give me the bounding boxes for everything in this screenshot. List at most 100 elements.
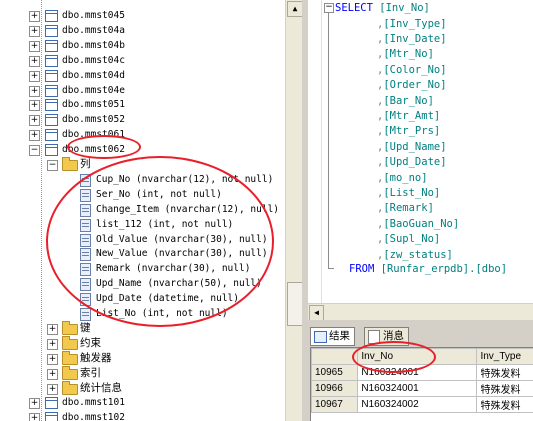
row-number-header	[310, 348, 359, 365]
tree-column-item[interactable]: Change_Item (nvarchar(12), null)	[0, 202, 285, 217]
table-icon	[45, 24, 58, 37]
expand-icon[interactable]: +	[47, 383, 58, 395]
table-name: dbo.mmst062	[62, 144, 125, 156]
tree-column-item[interactable]: Cup_No (nvarchar(12), not null)	[0, 172, 285, 187]
table-name: dbo.mmst045	[62, 10, 125, 21]
tree-table-item[interactable]: + dbo.mmst101	[0, 395, 285, 410]
folder-label: 约束	[80, 336, 101, 349]
table-icon	[45, 39, 58, 52]
cell-inv-no[interactable]: N160324001	[357, 380, 478, 397]
sql-column: [Order_No]	[383, 79, 447, 92]
cell-inv-type[interactable]: 特殊发料	[476, 380, 533, 397]
sql-column-line: ,[List_No]	[377, 186, 441, 199]
tree-column-item[interactable]: Old_Value (nvarchar(30), null)	[0, 232, 285, 247]
tree-folder-item[interactable]: + 统计信息	[0, 380, 285, 396]
tree-column-item[interactable]: List_No (int, not null)	[0, 306, 285, 321]
expand-icon[interactable]: +	[47, 323, 58, 335]
table-row[interactable]: 10965 N160324001 特殊发料	[310, 364, 533, 381]
sql-column-line: ,[Upd_Date]	[377, 156, 447, 169]
sql-column-line: ,[zw_status]	[377, 248, 453, 261]
table-icon	[45, 114, 58, 127]
scrollbar-thumb[interactable]	[287, 282, 303, 326]
tree-folder-item[interactable]: + 键	[0, 320, 285, 336]
tab-results[interactable]: 结果	[310, 327, 355, 346]
tree-table-item[interactable]: + dbo.mmst061	[0, 127, 285, 142]
tree-column-item[interactable]: list_112 (int, not null)	[0, 217, 285, 232]
column-header-inv-no[interactable]: Inv_No	[357, 348, 478, 365]
tree-folder-item[interactable]: + 约束	[0, 335, 285, 351]
cell-inv-type[interactable]: 特殊发料	[476, 396, 533, 413]
expand-icon[interactable]: +	[29, 70, 40, 82]
column-icon	[80, 203, 91, 217]
fold-guide	[328, 13, 329, 268]
cell-inv-no[interactable]: N160324001	[357, 364, 478, 381]
expand-icon[interactable]: +	[29, 115, 40, 127]
tree-table-item[interactable]: + dbo.mmst04b	[0, 38, 285, 53]
editor-horizontal-scrollbar[interactable]: ◀	[308, 303, 533, 321]
expand-icon[interactable]: +	[29, 100, 40, 112]
grid-icon	[314, 331, 327, 343]
tree-vertical-scrollbar[interactable]: ▲	[285, 0, 303, 421]
expand-icon[interactable]: +	[47, 338, 58, 350]
expand-icon[interactable]: +	[29, 413, 40, 421]
expand-icon[interactable]: +	[29, 55, 40, 67]
collapse-minus-icon[interactable]: −	[324, 3, 334, 13]
cell-inv-type[interactable]: 特殊发料	[476, 364, 533, 381]
tree-table-item[interactable]: + dbo.mmst052	[0, 112, 285, 127]
tree-folder-item[interactable]: + 触发器	[0, 350, 285, 366]
scroll-left-arrow-icon[interactable]: ◀	[309, 305, 324, 321]
expand-icon[interactable]: +	[29, 25, 40, 37]
object-explorer-tree[interactable]: + dbo.mmst045 + dbo.mmst04a + dbo.mmst04b + dbo…	[0, 0, 285, 421]
expand-icon[interactable]: +	[47, 353, 58, 365]
expand-icon[interactable]: +	[29, 398, 40, 410]
table-name: dbo.mmst04b	[62, 39, 125, 51]
tree-table-item[interactable]: + dbo.mmst045	[0, 8, 285, 23]
sql-column: [Inv_No]	[379, 2, 430, 14]
table-name: dbo.mmst101	[62, 397, 125, 409]
column-name: List_No (int, not null)	[96, 308, 228, 319]
tab-messages-label: 消息	[383, 330, 404, 342]
folder-icon	[62, 380, 78, 395]
sql-column: [Inv_Type]	[383, 17, 447, 30]
tree-table-item[interactable]: + dbo.mmst04d	[0, 68, 285, 83]
tree-column-item[interactable]: Upd_Name (nvarchar(50), null)	[0, 276, 285, 292]
tree-table-item[interactable]: + dbo.mmst102	[0, 410, 285, 421]
table-name: dbo.mmst102	[62, 412, 125, 421]
tree-folder-columns[interactable]: − 列	[0, 157, 285, 172]
tree-column-item[interactable]: New_Value (nvarchar(30), null)	[0, 246, 285, 262]
sql-editor[interactable]: − SELECT [Inv_No] ,[Inv_Type] ,[Inv_Date]…	[308, 0, 533, 303]
tree-column-item[interactable]: Ser_No (int, not null)	[0, 187, 285, 202]
tree-table-item-expanded[interactable]: − dbo.mmst062	[0, 142, 285, 157]
folder-icon	[62, 320, 78, 335]
column-icon	[80, 263, 91, 277]
expand-icon[interactable]: +	[29, 40, 40, 52]
tree-column-item[interactable]: Remark (nvarchar(30), null)	[0, 261, 285, 277]
collapse-icon[interactable]: −	[47, 160, 58, 171]
collapse-icon[interactable]: −	[29, 145, 40, 157]
sql-select-keyword: SELECT	[335, 2, 373, 14]
sql-column: [zw_status]	[383, 248, 453, 261]
expand-icon[interactable]: +	[29, 11, 40, 22]
sql-column: [Supl_No]	[383, 233, 441, 246]
tree-column-item[interactable]: Upd_Date (datetime, null)	[0, 291, 285, 307]
tree-folder-item[interactable]: + 索引	[0, 365, 285, 381]
tree-table-item[interactable]: + dbo.mmst04c	[0, 53, 285, 68]
tab-messages[interactable]: 消息	[364, 327, 409, 346]
table-row[interactable]: 10966 N160324001 特殊发料	[310, 380, 533, 397]
expand-icon[interactable]: +	[29, 85, 40, 97]
expand-icon[interactable]: +	[29, 130, 40, 142]
table-row[interactable]: 10967 N160324002 特殊发料	[310, 396, 533, 413]
cell-inv-no[interactable]: N160324002	[357, 396, 478, 413]
tree-table-item[interactable]: + dbo.mmst04a	[0, 23, 285, 38]
column-header-inv-type[interactable]: Inv_Type	[476, 348, 533, 365]
scroll-up-arrow-icon[interactable]: ▲	[287, 1, 303, 17]
sql-column: [Upd_Date]	[383, 156, 447, 169]
sql-column: [List_No]	[383, 186, 441, 199]
sql-column: [Mtr_Prs]	[383, 125, 441, 138]
tree-table-item[interactable]: + dbo.mmst051	[0, 97, 285, 112]
fold-guide-end	[328, 268, 334, 269]
editor-gutter	[308, 0, 322, 303]
expand-icon[interactable]: +	[47, 368, 58, 380]
results-grid[interactable]: Inv_No Inv_Type 10965 N160324001 特殊发料 10966…	[310, 347, 533, 421]
tree-table-item[interactable]: + dbo.mmst04e	[0, 83, 285, 98]
